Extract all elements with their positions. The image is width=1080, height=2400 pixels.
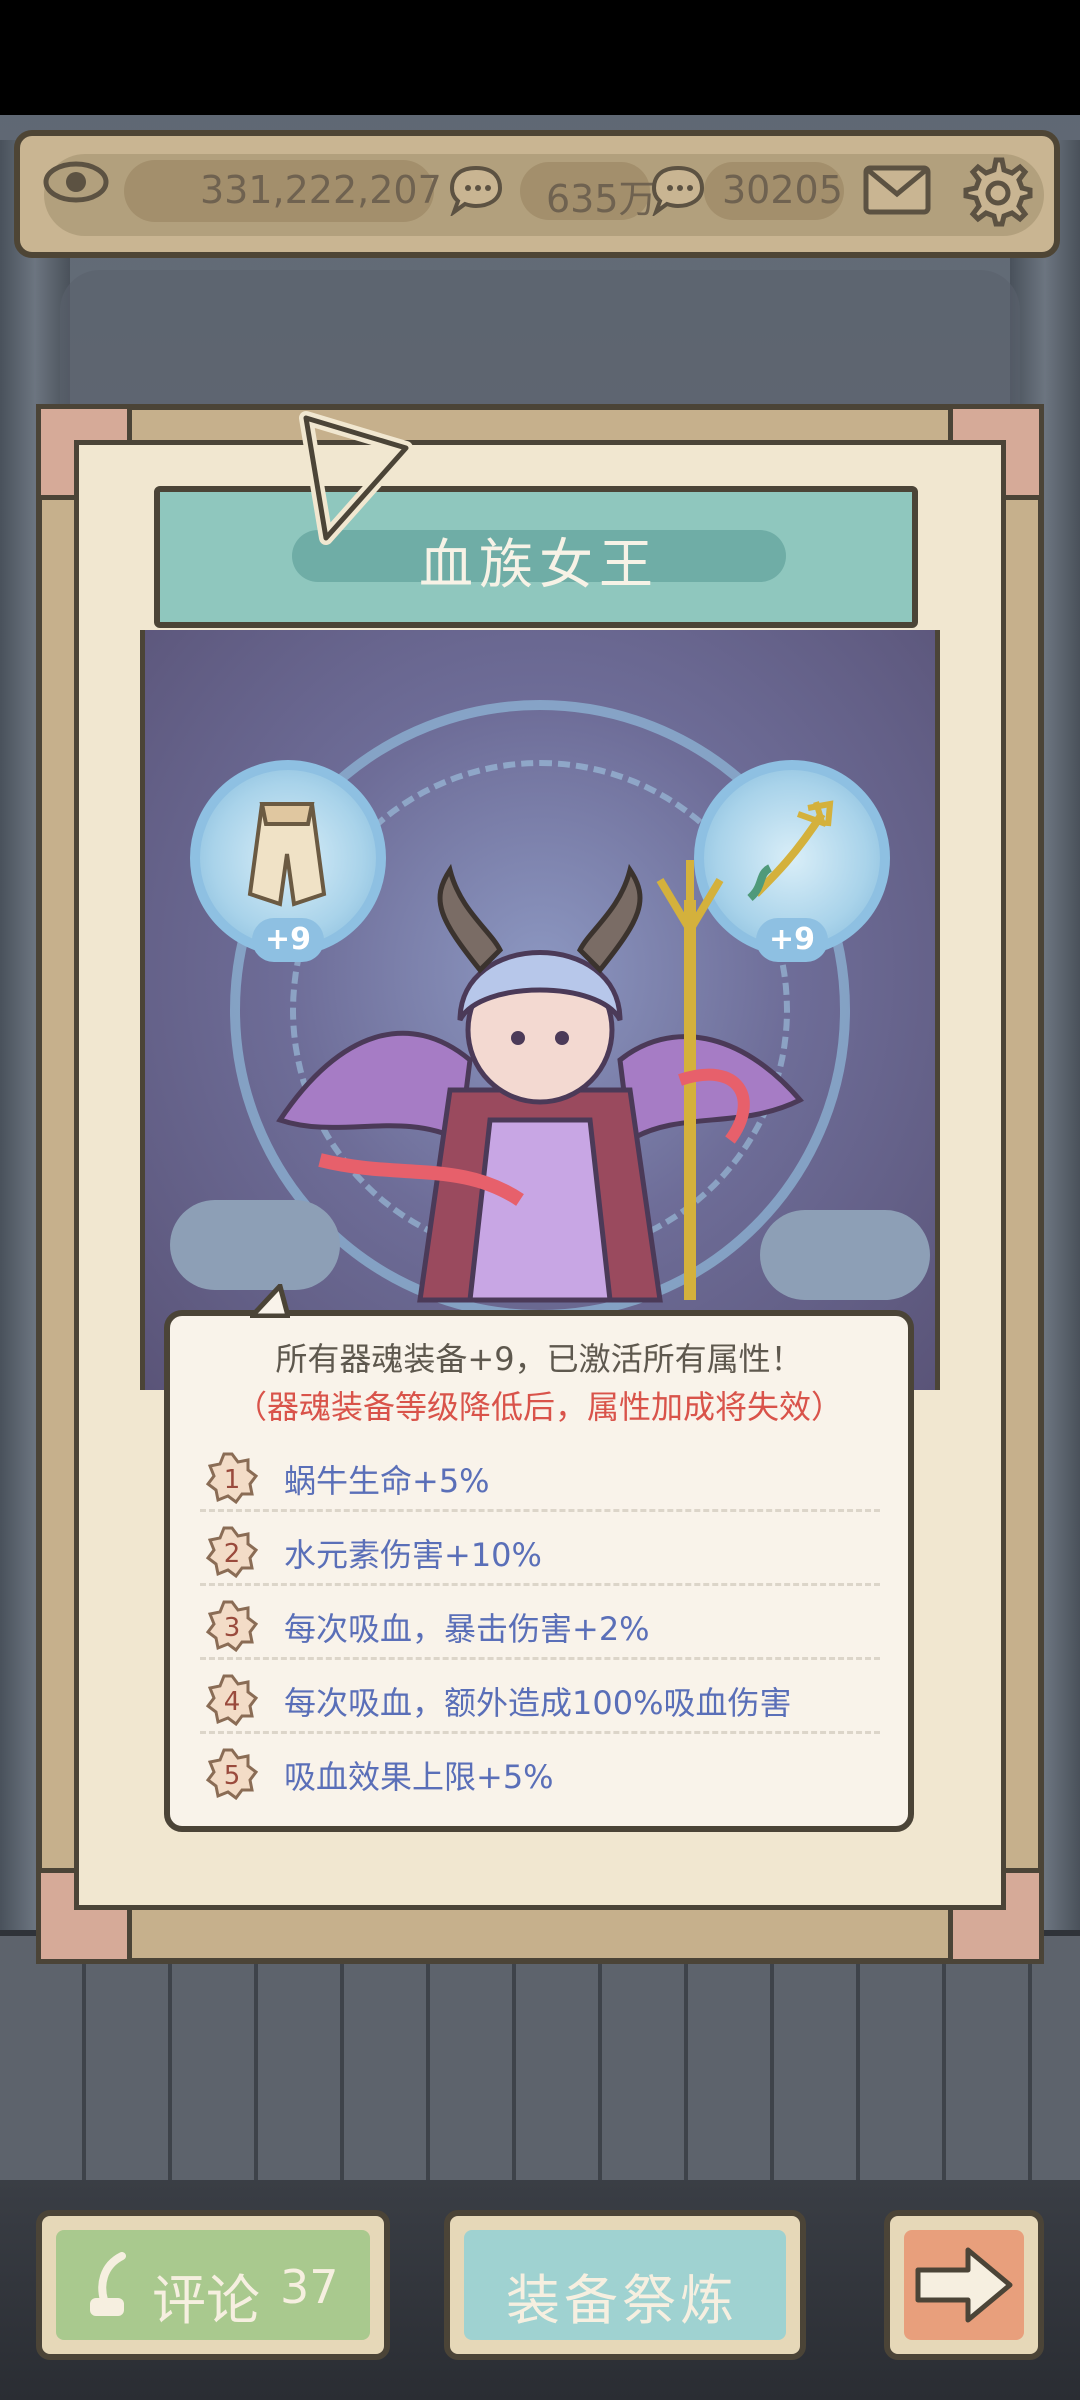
attribute-text: 吸血效果上限+5% bbox=[284, 1758, 554, 1796]
triangle-emblem-icon bbox=[299, 411, 413, 545]
eye-icon bbox=[43, 161, 109, 203]
views-count: 331,222,207 bbox=[200, 168, 442, 212]
speech-tail bbox=[250, 1284, 290, 1318]
attribute-row: 5 吸血效果上限+5% bbox=[200, 1742, 880, 1808]
attribute-text: 每次吸血，暴击伤害+2% bbox=[284, 1610, 650, 1648]
game-scene: 331,222,207 635万 30205 血族女王 +9 +9 所有器魂装备… bbox=[0, 0, 1080, 2400]
svg-text:4: 4 bbox=[224, 1687, 241, 1717]
svg-text:1: 1 bbox=[224, 1465, 241, 1495]
vampire-queen-character bbox=[276, 860, 804, 1303]
attribute-row: 1 蜗牛生命+5% bbox=[200, 1446, 880, 1512]
svg-text:3: 3 bbox=[224, 1613, 241, 1643]
attribute-text: 水元素伤害+10% bbox=[284, 1536, 542, 1574]
attribute-row: 4 每次吸血，额外造成100%吸血伤害 bbox=[200, 1668, 880, 1734]
next-arrow-button[interactable] bbox=[884, 2210, 1044, 2360]
attribute-text: 蜗牛生命+5% bbox=[284, 1462, 490, 1500]
attribute-row: 2 水元素伤害+10% bbox=[200, 1520, 880, 1586]
attribute-row: 3 每次吸血，暴击伤害+2% bbox=[200, 1594, 880, 1660]
number-badge-icon: 2 bbox=[206, 1526, 258, 1578]
status-bar bbox=[0, 0, 1080, 115]
activation-status: 所有器魂装备+9，已激活所有属性！ bbox=[275, 1340, 803, 1378]
activation-warning: （器魂装备等级降低后，属性加成将失效） bbox=[234, 1388, 843, 1426]
floor-tiles bbox=[0, 1930, 1080, 2206]
comment-count: 37 bbox=[280, 2260, 339, 2314]
attribute-text: 每次吸血，额外造成100%吸血伤害 bbox=[284, 1684, 792, 1722]
number-badge-icon: 4 bbox=[206, 1674, 258, 1726]
comment-label: 评论 bbox=[152, 2269, 260, 2332]
number-badge-icon: 5 bbox=[206, 1748, 258, 1800]
number-badge-icon: 3 bbox=[206, 1600, 258, 1652]
cloud-decoration bbox=[760, 1210, 930, 1300]
replies-icon bbox=[651, 165, 705, 216]
arrow-right-icon bbox=[915, 2247, 1013, 2323]
mail-icon[interactable] bbox=[862, 160, 932, 218]
replies-count: 30205 bbox=[722, 168, 843, 212]
comment-button[interactable]: 评论 37 bbox=[36, 2210, 390, 2360]
comments-count: 635万 bbox=[546, 177, 657, 221]
equipment-refine-button[interactable]: 装备祭炼 bbox=[444, 2210, 806, 2360]
number-badge-icon: 1 bbox=[206, 1452, 258, 1504]
gear-icon[interactable] bbox=[958, 154, 1034, 230]
svg-text:5: 5 bbox=[224, 1761, 241, 1791]
comments-icon bbox=[449, 165, 503, 216]
refine-label: 装备祭炼 bbox=[506, 2269, 738, 2332]
cloud-decoration bbox=[170, 1200, 340, 1290]
svg-text:2: 2 bbox=[224, 1539, 241, 1569]
quill-icon bbox=[90, 2252, 126, 2316]
